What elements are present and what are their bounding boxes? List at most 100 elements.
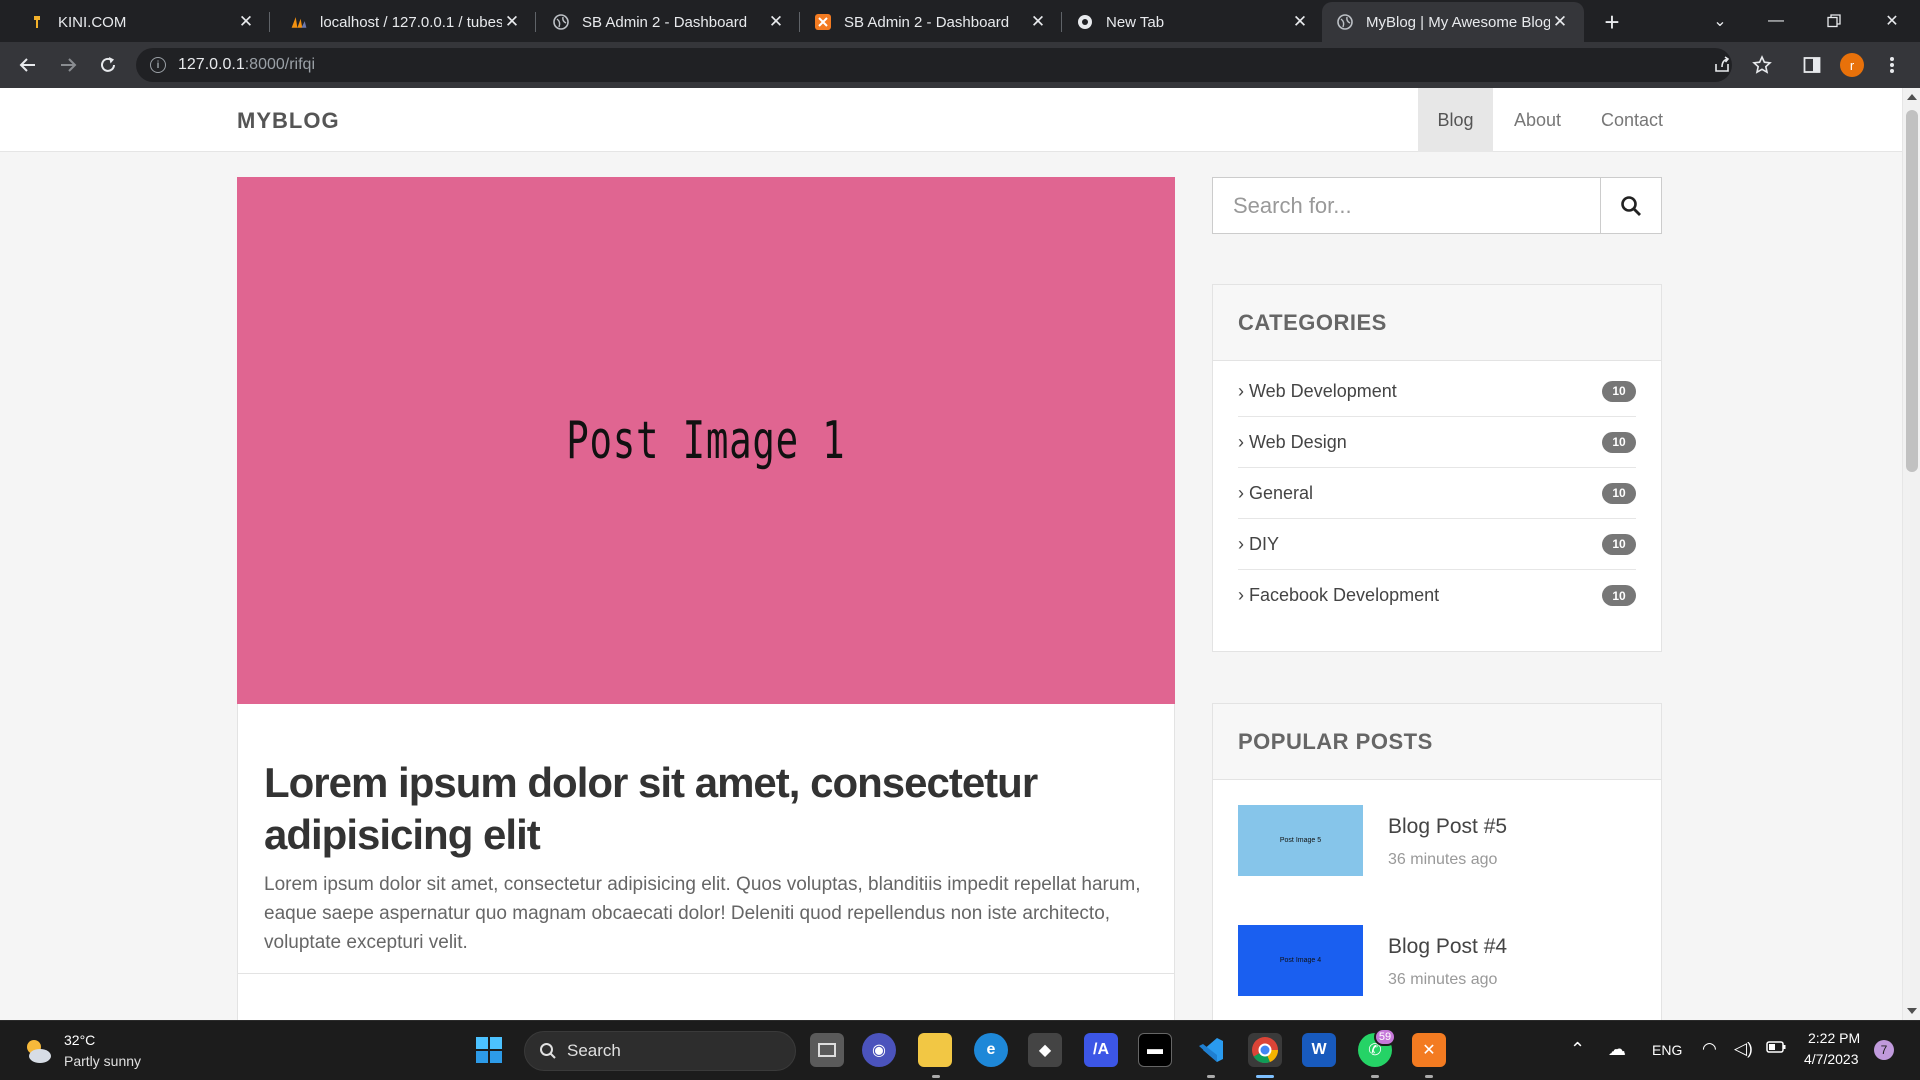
close-icon[interactable]: ✕: [502, 12, 522, 32]
clock-date[interactable]: 4/7/2023: [1804, 1051, 1859, 1067]
unity-icon[interactable]: ◆: [1028, 1033, 1062, 1067]
url-path: :8000/rifqi: [244, 56, 315, 73]
tab-phpmyadmin[interactable]: localhost / 127.0.0.1 / tubes ✕: [276, 4, 536, 40]
tab-new-tab[interactable]: New Tab ✕: [1062, 4, 1324, 40]
weather-widget[interactable]: [22, 1035, 54, 1067]
bookmark-star-icon[interactable]: [1748, 51, 1776, 79]
kini-favicon-icon: [28, 13, 46, 31]
category-item[interactable]: › Facebook Development 10: [1238, 570, 1636, 621]
scroll-up-icon[interactable]: [1907, 94, 1917, 100]
featured-post-image[interactable]: Post Image 1: [237, 177, 1175, 704]
post-title[interactable]: Lorem ipsum dolor sit amet, consectetur …: [264, 757, 1144, 861]
nav-contact[interactable]: Contact: [1588, 88, 1676, 152]
word-icon[interactable]: W: [1302, 1033, 1336, 1067]
nav-about[interactable]: About: [1500, 88, 1575, 152]
post-excerpt: Lorem ipsum dolor sit amet, consectetur …: [264, 874, 1141, 953]
clock-time[interactable]: 2:22 PM: [1808, 1030, 1860, 1046]
profile-avatar[interactable]: r: [1840, 53, 1864, 77]
close-icon[interactable]: ✕: [1028, 12, 1048, 32]
taskbar-search-label: Search: [567, 1041, 621, 1060]
featured-post-card: Lorem ipsum dolor sit amet, consectetur …: [237, 704, 1175, 1020]
category-item[interactable]: › Web Development 10: [1238, 366, 1636, 417]
scrollbar-thumb[interactable]: [1906, 110, 1918, 472]
edge-browser-icon[interactable]: e: [974, 1033, 1008, 1067]
popular-post-item[interactable]: Post Image 5 Blog Post #5 36 minutes ago: [1238, 805, 1638, 877]
search-widget: [1212, 177, 1662, 234]
tab-sb-admin-1[interactable]: SB Admin 2 - Dashboard ✕: [538, 4, 800, 40]
share-icon[interactable]: [1708, 51, 1736, 79]
search-input[interactable]: [1213, 178, 1600, 233]
tab-sb-admin-2[interactable]: SB Admin 2 - Dashboard ✕: [800, 4, 1062, 40]
onedrive-cloud-icon[interactable]: ☁: [1608, 1039, 1626, 1060]
minimize-button[interactable]: —: [1748, 0, 1804, 42]
popular-post-title[interactable]: Blog Post #5: [1388, 815, 1507, 839]
tab-search-chevron-icon[interactable]: ⌄: [1692, 0, 1748, 42]
back-button[interactable]: [14, 51, 42, 79]
category-count-badge: 10: [1602, 482, 1636, 504]
tab-title: New Tab: [1106, 13, 1165, 31]
category-item[interactable]: › DIY 10: [1238, 519, 1636, 570]
battery-icon[interactable]: [1766, 1040, 1786, 1057]
tab-title: SB Admin 2 - Dashboard: [582, 13, 748, 31]
taskbar-search[interactable]: Search: [524, 1031, 796, 1071]
close-icon[interactable]: ✕: [766, 12, 786, 32]
wifi-icon[interactable]: ◠: [1702, 1039, 1717, 1059]
chrome-icon[interactable]: [1248, 1033, 1282, 1067]
popular-post-item[interactable]: Post Image 4 Blog Post #4 36 minutes ago: [1238, 925, 1638, 997]
forward-button[interactable]: [54, 51, 82, 79]
tab-strip: KINI.COM ✕ localhost / 127.0.0.1 / tubes…: [0, 0, 1920, 42]
start-button[interactable]: [472, 1033, 506, 1067]
file-explorer-icon[interactable]: [918, 1033, 952, 1067]
post-divider: [238, 973, 1174, 974]
terminal-icon[interactable]: ▬: [1138, 1033, 1172, 1067]
close-icon[interactable]: ✕: [236, 12, 256, 32]
task-view-icon[interactable]: [810, 1033, 844, 1067]
reload-button[interactable]: [94, 51, 122, 79]
post-thumbnail[interactable]: Post Image 4: [1238, 925, 1363, 996]
menu-kebab-icon[interactable]: [1878, 51, 1906, 79]
scroll-down-icon[interactable]: [1907, 1008, 1917, 1014]
close-icon[interactable]: ✕: [1290, 12, 1310, 32]
close-window-button[interactable]: ✕: [1864, 0, 1920, 42]
search-icon: [1621, 195, 1641, 216]
volume-icon[interactable]: ◁): [1734, 1039, 1753, 1059]
vscode-icon[interactable]: [1194, 1033, 1228, 1067]
category-item[interactable]: › General 10: [1238, 468, 1636, 519]
xampp-icon[interactable]: ✕: [1412, 1033, 1446, 1067]
tray-chevron-up-icon[interactable]: ⌃: [1570, 1039, 1585, 1060]
site-brand[interactable]: MYBLOG: [237, 108, 340, 134]
search-icon: [540, 1043, 556, 1059]
language-indicator[interactable]: ENG: [1652, 1042, 1682, 1058]
teams-chat-icon[interactable]: ◉: [862, 1033, 896, 1067]
category-count-badge: 10: [1602, 585, 1636, 606]
post-image-label: Post Image 1: [566, 410, 846, 471]
page-scrollbar[interactable]: [1902, 88, 1920, 1020]
tab-title: KINI.COM: [58, 13, 127, 31]
thumbnail-label: Post Image 5: [1279, 837, 1322, 844]
url-host: 127.0.0.1: [178, 56, 245, 73]
restore-button[interactable]: [1806, 0, 1862, 42]
chevron-right-icon: ›: [1238, 380, 1249, 401]
nav-blog[interactable]: Blog: [1418, 88, 1493, 152]
address-bar[interactable]: i 127.0.0.1 :8000/rifqi: [136, 48, 1732, 82]
notification-count-badge[interactable]: 7: [1874, 1040, 1894, 1060]
category-item[interactable]: › Web Design 10: [1238, 417, 1636, 468]
new-tab-button[interactable]: +: [1598, 7, 1626, 37]
search-button[interactable]: [1600, 178, 1661, 233]
popular-posts-panel: POPULAR POSTS Post Image 5 Blog Post #5 …: [1212, 703, 1662, 1020]
post-thumbnail[interactable]: Post Image 5: [1238, 805, 1363, 876]
category-count-badge: 10: [1602, 431, 1636, 453]
chevron-right-icon: ›: [1238, 482, 1249, 503]
site-info-icon[interactable]: i: [150, 57, 166, 73]
category-label: Web Development: [1249, 380, 1397, 401]
popular-post-title[interactable]: Blog Post #4: [1388, 935, 1507, 959]
close-icon[interactable]: ✕: [1550, 12, 1570, 32]
categories-heading: CATEGORIES: [1213, 285, 1661, 361]
tab-kini[interactable]: KINI.COM ✕: [14, 4, 270, 40]
side-panel-icon[interactable]: [1798, 51, 1826, 79]
tab-myblog[interactable]: MyBlog | My Awesome Blog ✕: [1322, 2, 1584, 42]
popular-post-time: 36 minutes ago: [1388, 971, 1498, 988]
weather-temperature: 32°C: [64, 1032, 96, 1048]
android-studio-icon[interactable]: /A: [1084, 1033, 1118, 1067]
partly-sunny-icon: [27, 1040, 51, 1063]
